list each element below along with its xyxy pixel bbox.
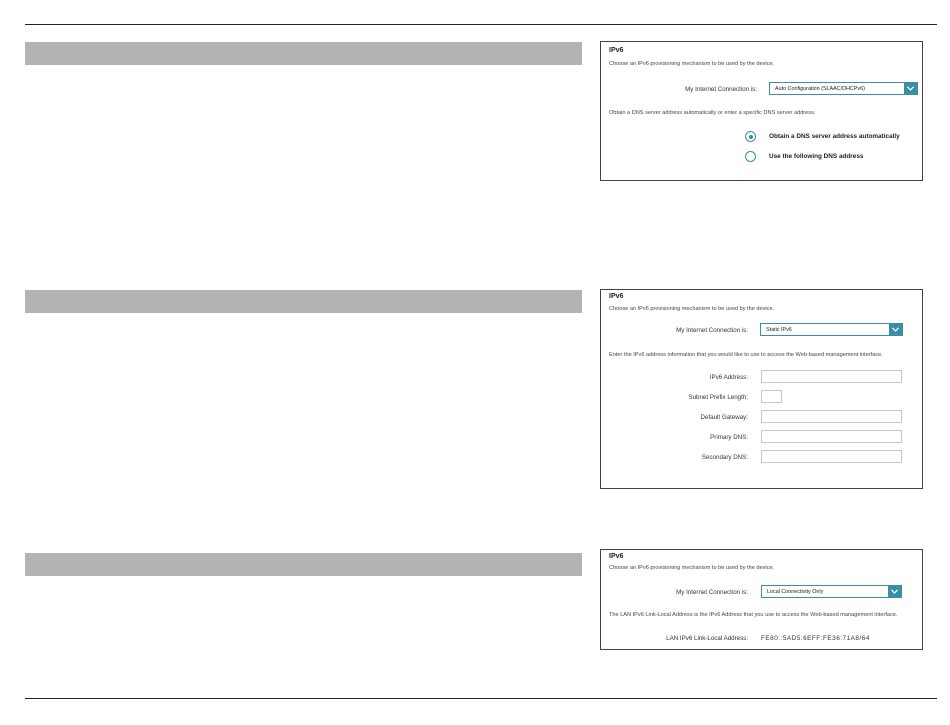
bottom-rule	[25, 698, 937, 699]
primary-dns-label: Primary DNS:	[710, 434, 748, 441]
panel-title: IPv6	[609, 293, 624, 300]
static-info-text: Enter the IPv6 address information that …	[609, 352, 883, 358]
connection-select-value: Auto Configuration (SLAAC/DHCPv6)	[775, 86, 865, 92]
connection-select-value: Local Connectivity Only	[767, 589, 824, 595]
link-local-label: LAN IPv6 Link-Local Address:	[666, 635, 748, 642]
section-bar-1	[25, 42, 582, 65]
radio-dns-auto[interactable]	[745, 131, 756, 142]
connection-label: My Internet Connection is:	[676, 327, 748, 334]
default-gateway-label: Default Gateway:	[700, 414, 748, 421]
ipv6-auto-config-panel: IPv6 Choose an IPv6 provisioning mechani…	[600, 41, 923, 181]
panel-intro: Choose an IPv6 provisioning mechanism to…	[609, 61, 775, 67]
section-bar-3	[25, 553, 582, 576]
radio-dns-manual-label: Use the following DNS address	[769, 153, 864, 160]
primary-dns-input[interactable]	[761, 430, 902, 443]
panel-intro: Choose an IPv6 provisioning mechanism to…	[609, 565, 775, 571]
top-rule	[25, 24, 937, 25]
radio-dns-manual[interactable]	[745, 151, 756, 162]
ipv6-address-label: IPv6 Address:	[709, 374, 748, 381]
connection-select[interactable]: Static IPv6	[760, 323, 903, 336]
panel-intro: Choose an IPv6 provisioning mechanism to…	[609, 306, 775, 312]
connection-label: My Internet Connection is:	[676, 589, 748, 596]
connection-select[interactable]: Local Connectivity Only	[761, 585, 902, 598]
chevron-down-icon[interactable]	[889, 324, 902, 335]
connection-select-value: Static IPv6	[766, 327, 792, 333]
secondary-dns-input[interactable]	[761, 450, 902, 463]
ipv6-static-panel: IPv6 Choose an IPv6 provisioning mechani…	[600, 289, 923, 489]
secondary-dns-label: Secondary DNS:	[701, 454, 748, 461]
link-local-info-text: The LAN IPv6 Link-Local Address is the I…	[609, 612, 898, 618]
dns-description: Obtain a DNS server address automaticall…	[609, 110, 816, 116]
chevron-down-icon[interactable]	[904, 83, 917, 94]
default-gateway-input[interactable]	[761, 410, 902, 423]
section-bar-2	[25, 290, 582, 313]
ipv6-local-connectivity-panel: IPv6 Choose an IPv6 provisioning mechani…	[600, 549, 923, 650]
panel-title: IPv6	[609, 47, 624, 54]
subnet-prefix-label: Subnet Prefix Length:	[688, 394, 748, 401]
link-local-value: FE80::5AD5:6EFF:FE36:71A8/64	[761, 635, 870, 642]
connection-label: My Internet Connection is:	[685, 86, 757, 93]
ipv6-address-input[interactable]	[761, 370, 902, 383]
chevron-down-icon[interactable]	[888, 586, 901, 597]
connection-select[interactable]: Auto Configuration (SLAAC/DHCPv6)	[769, 82, 918, 95]
subnet-prefix-input[interactable]	[761, 390, 782, 403]
panel-title: IPv6	[609, 553, 624, 560]
radio-dns-auto-label: Obtain a DNS server address automaticall…	[769, 133, 900, 140]
